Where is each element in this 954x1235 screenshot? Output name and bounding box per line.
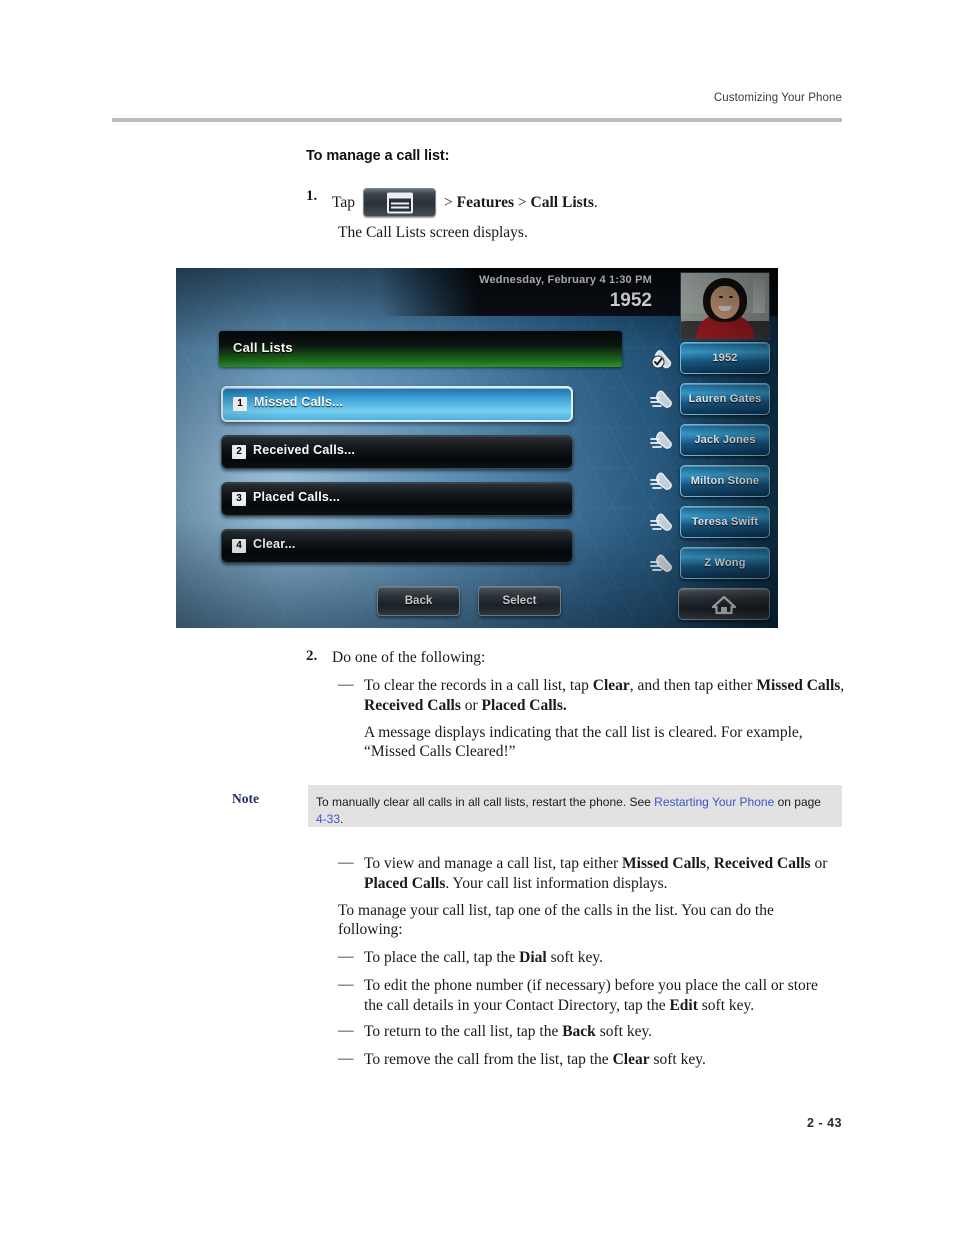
bullet2-t3: or (810, 855, 828, 872)
bullet-b3: Received Calls (364, 696, 461, 714)
action1-t2: soft key. (697, 996, 755, 1014)
step-1-number: 1. (306, 188, 318, 204)
bullet2-b1: Missed Calls (622, 855, 706, 872)
running-header: Customizing Your Phone (713, 92, 842, 104)
note-t1: To manually clear all calls in all call … (316, 795, 655, 809)
bullet-t2: , and then tap either (629, 677, 757, 694)
action-back: — To return to the call list, tap the Ba… (338, 1022, 843, 1042)
bullet-t4: or (460, 696, 482, 714)
action0-t2: soft key. (546, 949, 603, 966)
step-1-path-gt2: > (517, 194, 527, 211)
step-2-lead: Do one of the following: (332, 649, 486, 666)
note-link-restarting-your-phone[interactable]: Restarting Your Phone (654, 795, 774, 809)
bullet-text: To edit the phone number (if necessary) … (364, 976, 838, 1015)
bullet-dash: — (338, 976, 354, 993)
note-link-page-4-33[interactable]: 4-33 (316, 812, 340, 826)
action0-t1: To place the call, tap the (364, 949, 520, 966)
action2-b1: Back (562, 1023, 596, 1040)
header-rule (112, 118, 842, 122)
bullet-b4: Placed Calls. (481, 696, 567, 714)
action2-t2: soft key. (595, 1023, 653, 1040)
action3-t1: To remove the call from the list, tap th… (364, 1051, 613, 1068)
action2-t1: To return to the call list, tap the (364, 1023, 563, 1040)
cleared-message-note: A message displays indicating that the c… (364, 724, 803, 760)
section-heading: To manage a call list: (306, 148, 450, 164)
action-dial: — To place the call, tap the Dial soft k… (338, 948, 843, 968)
note-t2: on page (774, 795, 821, 809)
bullet-text: To view and manage a call list, tap eith… (364, 854, 843, 893)
action-clear: — To remove the call from the list, tap … (338, 1050, 843, 1070)
bullet-b2: Missed Calls (756, 677, 841, 694)
bullet-text: To return to the call list, tap the Back… (364, 1022, 652, 1042)
step-1-result: The Call Lists screen displays. (338, 224, 528, 241)
step-2: 2. Do one of the following: (306, 648, 866, 667)
bullet-dash: — (338, 1022, 354, 1039)
bullet-text: To remove the call from the list, tap th… (364, 1050, 706, 1070)
bullet2-b3: Placed Calls (364, 874, 446, 892)
bullet-dash: — (338, 948, 354, 965)
step-1-calllists: Call Lists (530, 194, 594, 211)
bullet-text: To clear the records in a call list, tap… (364, 676, 853, 715)
bullet-dash: — (338, 854, 354, 871)
action1-b1: Edit (669, 996, 698, 1014)
action0-b1: Dial (519, 949, 547, 966)
action3-t2: soft key. (649, 1051, 706, 1068)
bullet2-t4: . Your call list information displays. (445, 874, 668, 892)
note-label: Note (232, 791, 259, 806)
manage-call-list-paragraph: To manage your call list, tap one of the… (338, 902, 774, 938)
bullet2-t2: , (705, 855, 714, 872)
note-t3: . (340, 811, 344, 826)
bullet-clear-records: — To clear the records in a call list, t… (338, 676, 853, 715)
bullet2-b2: Received Calls (713, 855, 811, 872)
bullet-view-manage: — To view and manage a call list, tap ei… (338, 854, 843, 893)
step-1-lead: Tap (332, 194, 356, 211)
step-1-features: Features (456, 194, 515, 211)
bullet-b1: Clear (592, 677, 630, 694)
phone-screen-figure: Wednesday, February 4 1:30 PM 1952 Call … (176, 268, 778, 628)
step-2-number: 2. (306, 648, 318, 664)
document-page: Customizing Your Phone To manage a call … (0, 0, 954, 1235)
step-1-period: . (593, 194, 598, 211)
bullet-t1: To clear the records in a call list, tap (364, 677, 593, 694)
note-box: To manually clear all calls in all call … (308, 785, 842, 827)
menu-glyph-icon (386, 192, 413, 213)
action-edit: — To edit the phone number (if necessary… (338, 976, 838, 1015)
bullet-t3: , (840, 677, 845, 694)
bullet-dash: — (338, 1050, 354, 1067)
phone-screen-vignette (176, 268, 778, 628)
bullet-dash: — (338, 676, 354, 693)
bullet2-t1: To view and manage a call list, tap eith… (364, 855, 623, 872)
step-1-path-gt1: > (444, 194, 453, 211)
note-text: To manually clear all calls in all call … (308, 785, 842, 827)
action3-b1: Clear (612, 1051, 650, 1068)
page-number: 2 - 43 (807, 1116, 842, 1130)
bullet-text: To place the call, tap the Dial soft key… (364, 948, 603, 968)
step-1: 1. Tap > Features > Call Lists. (306, 188, 866, 217)
menu-key-icon[interactable] (363, 188, 437, 217)
step-1-body: Tap > Features > Call Lists. (332, 188, 598, 217)
